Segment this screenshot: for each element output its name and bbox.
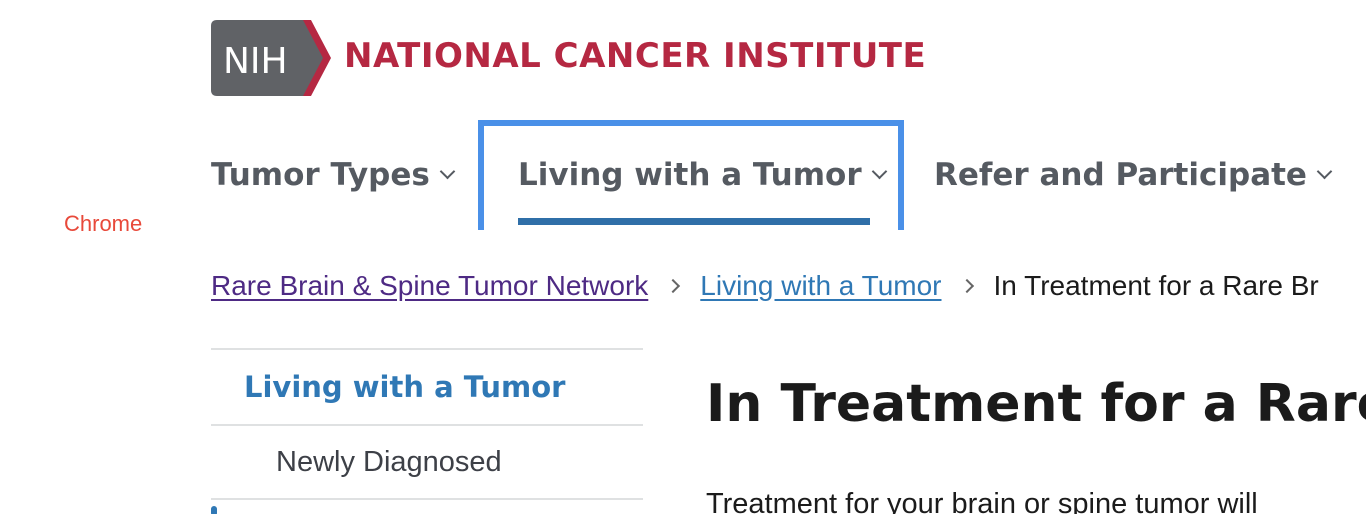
page: NIH NATIONAL CANCER INSTITUTE Chrome Tum… — [0, 0, 1366, 514]
chevron-down-icon — [871, 163, 887, 179]
chevron-right-icon — [959, 278, 974, 294]
nav-item-refer-and-participate[interactable]: Refer and Participate — [934, 157, 1333, 193]
nav-item-label: Living with a Tumor — [518, 157, 862, 193]
page-title: In Treatment for a Rare — [706, 374, 1366, 434]
chevron-down-icon — [1316, 163, 1333, 179]
nav-active-indicator — [518, 218, 870, 225]
nih-logo[interactable]: NIH — [211, 20, 331, 96]
nav-item-label: Tumor Types — [211, 157, 430, 193]
logo-text: NIH — [223, 41, 288, 82]
nav-item-living-with-a-tumor[interactable]: Living with a Tumor — [518, 157, 887, 193]
divider — [211, 498, 643, 500]
side-nav-current-marker — [211, 506, 217, 514]
site-title[interactable]: NATIONAL CANCER INSTITUTE — [344, 36, 926, 76]
nav-item-label: Refer and Participate — [934, 157, 1307, 193]
intro-paragraph: Treatment for your brain or spine tumor … — [706, 488, 1258, 514]
side-nav: Living with a Tumor Newly Diagnosed — [211, 348, 643, 500]
breadcrumb: Rare Brain & Spine Tumor Network Living … — [211, 270, 1319, 302]
breadcrumb-current: In Treatment for a Rare Br — [993, 270, 1319, 301]
side-nav-item-newly-diagnosed[interactable]: Newly Diagnosed — [211, 426, 643, 498]
nav-item-tumor-types[interactable]: Tumor Types — [211, 157, 456, 193]
browser-label: Chrome — [64, 211, 143, 236]
chevron-down-icon — [439, 163, 456, 179]
breadcrumb-link-rare-brain-spine[interactable]: Rare Brain & Spine Tumor Network — [211, 270, 648, 302]
chevron-right-icon — [666, 278, 681, 294]
side-nav-heading[interactable]: Living with a Tumor — [211, 350, 643, 424]
breadcrumb-link-living-with-a-tumor[interactable]: Living with a Tumor — [700, 270, 941, 302]
